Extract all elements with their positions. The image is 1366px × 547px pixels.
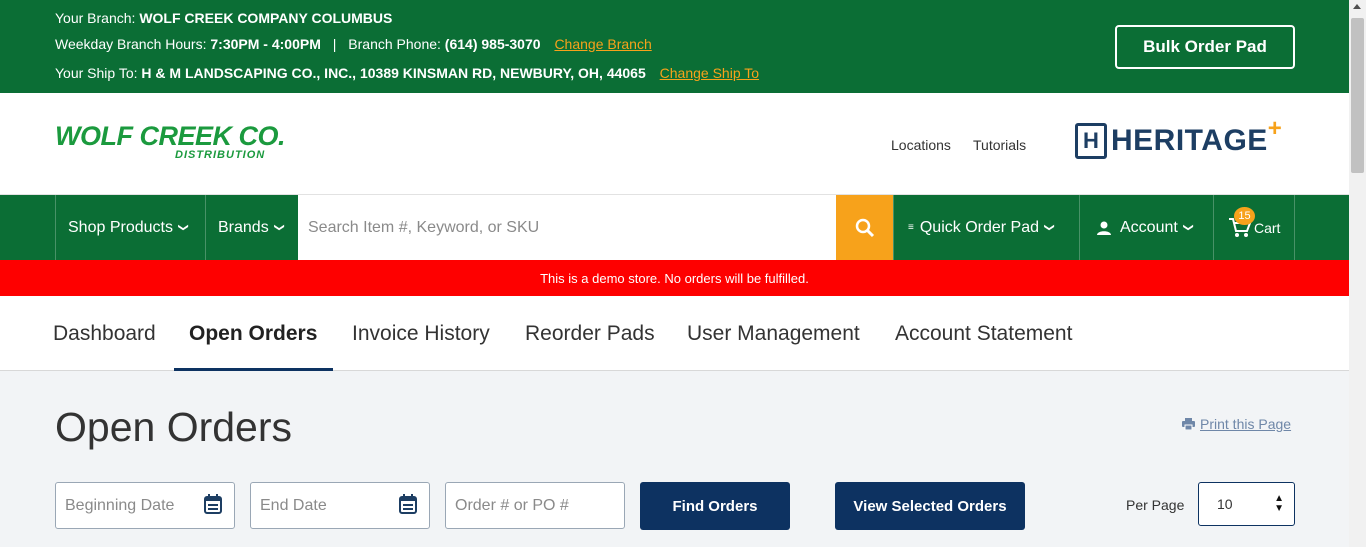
per-page-value: 10	[1217, 496, 1233, 512]
shop-products-menu[interactable]: Shop Products ❯	[55, 195, 205, 260]
search-button[interactable]	[836, 195, 893, 260]
tutorials-link[interactable]: Tutorials	[973, 137, 1026, 153]
ship-label: Your Ship To:	[55, 65, 138, 81]
hours-label: Weekday Branch Hours:	[55, 36, 207, 52]
account-label: Account	[1120, 218, 1178, 236]
change-ship-to-link[interactable]: Change Ship To	[660, 65, 759, 81]
updown-arrows-icon: ▲ ▼	[1274, 493, 1284, 514]
user-icon	[1097, 221, 1111, 235]
calendar-icon[interactable]	[204, 494, 222, 514]
view-selected-orders-button[interactable]: View Selected Orders	[835, 482, 1025, 530]
print-label: Print this Page	[1200, 416, 1292, 432]
cart-count-badge: 15	[1234, 207, 1255, 225]
account-tabs: Dashboard Open Orders Invoice History Re…	[0, 296, 1349, 371]
quick-order-pad-menu[interactable]: ≡ Quick Order Pad ❯	[893, 195, 1079, 260]
per-page-select[interactable]: 10 ▲ ▼	[1198, 482, 1295, 526]
separator: |	[332, 36, 337, 52]
chevron-down-icon: ❯	[273, 223, 285, 232]
search-input[interactable]	[298, 195, 836, 260]
brands-menu[interactable]: Brands ❯	[205, 195, 298, 260]
tab-invoice-history[interactable]: Invoice History	[352, 296, 490, 371]
branch-info-bar: Your Branch: WOLF CREEK COMPANY COLUMBUS…	[0, 0, 1349, 93]
printer-icon	[1182, 418, 1195, 430]
heritage-logo[interactable]: H HERITAGE +	[1075, 115, 1282, 159]
branch-label: Your Branch:	[55, 10, 136, 26]
tab-open-orders[interactable]: Open Orders	[189, 296, 317, 371]
page-title: Open Orders	[55, 404, 292, 450]
cart-label: Cart	[1254, 219, 1281, 236]
page-scrollbar[interactable]	[1349, 0, 1366, 547]
search-icon	[855, 218, 874, 237]
demo-store-notice: This is a demo store. No orders will be …	[0, 260, 1349, 296]
chevron-down-icon: ❯	[1043, 223, 1055, 232]
heritage-text: HERITAGE	[1111, 124, 1268, 157]
tab-user-management[interactable]: User Management	[687, 296, 860, 371]
quick-order-pad-label: Quick Order Pad	[919, 218, 1039, 236]
find-orders-button[interactable]: Find Orders	[640, 482, 790, 530]
calendar-icon[interactable]	[399, 494, 417, 514]
chevron-down-icon: ❯	[1182, 223, 1194, 232]
logo-main-text: WOLF CREEK CO.	[55, 121, 286, 151]
change-branch-link[interactable]: Change Branch	[554, 36, 651, 52]
plus-icon: +	[1267, 115, 1282, 142]
hours-line: Weekday Branch Hours: 7:30PM - 4:00PM | …	[55, 36, 652, 52]
phone-value: (614) 985-3070	[444, 36, 541, 52]
per-page-label: Per Page	[1126, 497, 1185, 513]
chevron-down-icon: ❯	[177, 223, 189, 232]
ship-value: H & M LANDSCAPING CO., INC., 10389 KINSM…	[141, 65, 646, 81]
tab-dashboard[interactable]: Dashboard	[53, 296, 156, 371]
list-icon: ≡	[908, 222, 914, 233]
hours-value: 7:30PM - 4:00PM	[210, 36, 321, 52]
site-header: WOLF CREEK CO. DISTRIBUTION Locations Tu…	[0, 93, 1349, 195]
brands-label: Brands	[218, 218, 269, 236]
heritage-h-icon: H	[1075, 123, 1107, 159]
phone-label: Branch Phone:	[348, 36, 441, 52]
order-po-input[interactable]	[445, 482, 625, 529]
main-nav: Shop Products ❯ Brands ❯ ≡ Quick Order P…	[0, 195, 1349, 260]
account-menu[interactable]: Account ❯	[1079, 195, 1213, 260]
bulk-order-pad-button[interactable]: Bulk Order Pad	[1115, 25, 1295, 69]
tab-reorder-pads[interactable]: Reorder Pads	[525, 296, 655, 371]
print-page-link[interactable]: Print this Page	[1182, 416, 1291, 432]
tab-account-statement[interactable]: Account Statement	[895, 296, 1072, 371]
branch-line: Your Branch: WOLF CREEK COMPANY COLUMBUS	[55, 10, 392, 26]
branch-name: WOLF CREEK COMPANY COLUMBUS	[139, 10, 393, 26]
active-tab-indicator	[174, 368, 333, 371]
wolf-creek-logo[interactable]: WOLF CREEK CO. DISTRIBUTION	[55, 121, 286, 162]
shop-products-label: Shop Products	[68, 218, 173, 236]
cart-link[interactable]: Cart	[1213, 195, 1295, 260]
scrollbar-thumb[interactable]	[1351, 18, 1364, 173]
locations-link[interactable]: Locations	[891, 137, 951, 153]
ship-to-line: Your Ship To: H & M LANDSCAPING CO., INC…	[55, 65, 759, 81]
scroll-up-arrow-icon[interactable]	[1353, 4, 1361, 9]
